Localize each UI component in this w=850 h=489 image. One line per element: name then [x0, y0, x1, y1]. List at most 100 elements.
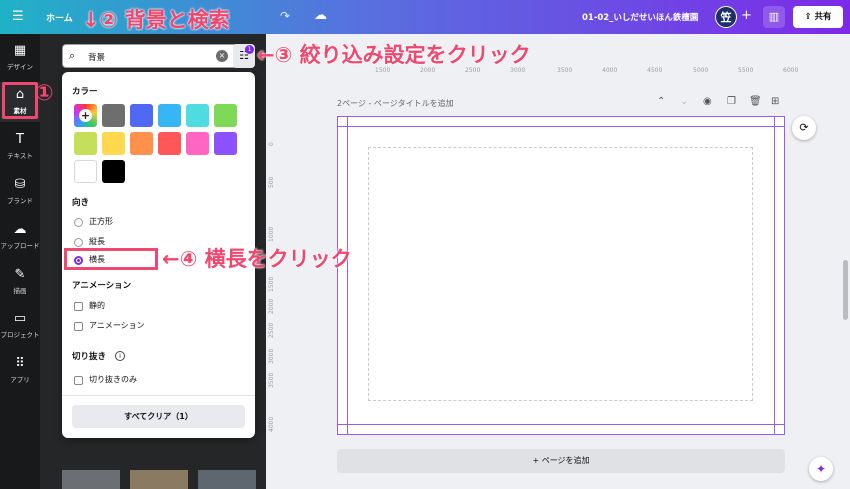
design-icon: ▦	[13, 43, 27, 58]
color-swatch[interactable]	[102, 132, 125, 155]
page-title[interactable]: 2ページ - ページタイトルを追加	[337, 98, 454, 109]
color-swatch-custom[interactable]: +	[74, 104, 97, 127]
color-swatch[interactable]	[214, 132, 237, 155]
ruler-tick: 5000	[693, 67, 709, 74]
search-input[interactable]: 背景	[88, 51, 105, 63]
rail-item-apps[interactable]: ⠿ アプリ	[0, 351, 40, 391]
ruler-tick: 2500	[268, 322, 275, 338]
highlight-elements-box	[2, 82, 38, 119]
option-label[interactable]: 縦長	[89, 236, 105, 247]
annotation-step-1: ①	[35, 81, 54, 106]
rail-item-design[interactable]: ▦ デザイン	[0, 38, 40, 78]
rail-item-projects[interactable]: ▭ プロジェクト	[0, 306, 40, 346]
ruler-tick: 0	[268, 142, 275, 146]
insights-icon[interactable]: ▥	[763, 6, 785, 28]
color-swatch[interactable]	[130, 104, 153, 127]
rail-item-brand[interactable]: ⛁ ブランド	[0, 172, 40, 212]
info-icon[interactable]: i	[115, 351, 125, 361]
bleed-guide	[337, 126, 785, 127]
ruler-tick: 500	[268, 176, 275, 188]
result-thumbnail[interactable]	[130, 470, 188, 489]
clear-all-button[interactable]: すべてクリア（1）	[72, 405, 245, 428]
avatar[interactable]: 笠	[715, 6, 737, 28]
ruler-tick: 3500	[268, 372, 275, 388]
ruler-tick: 2000	[268, 298, 275, 314]
rail-item-draw[interactable]: ✎ 描画	[0, 262, 40, 302]
chevron-down-icon[interactable]: ⌄	[680, 96, 688, 107]
color-swatch[interactable]	[74, 160, 97, 183]
add-collaborator-icon[interactable]: +	[741, 8, 752, 23]
rail-label: ブランド	[7, 197, 33, 205]
option-label[interactable]: アニメーション	[89, 320, 145, 331]
checkbox-static[interactable]	[74, 302, 83, 311]
ruler-tick: 4000	[268, 416, 275, 432]
checkbox-animated[interactable]	[74, 322, 83, 331]
radio-portrait[interactable]	[74, 238, 83, 247]
add-page-button[interactable]: + ページを追加	[337, 449, 785, 473]
bleed-guide	[337, 424, 785, 425]
delete-page-icon[interactable]: 🗑	[749, 96, 762, 107]
upload-icon: ☁	[13, 222, 27, 237]
design-page[interactable]	[337, 116, 785, 435]
color-swatch[interactable]	[158, 104, 181, 127]
rail-label: アプリ	[10, 376, 30, 384]
bleed-guide	[347, 116, 348, 435]
color-swatch[interactable]	[186, 104, 209, 127]
radio-square[interactable]	[74, 218, 83, 227]
bleed-guide	[784, 116, 785, 435]
plus-icon: +	[79, 109, 92, 122]
rail-label: デザイン	[7, 63, 33, 71]
divider	[62, 395, 255, 396]
brand-icon: ⛁	[14, 177, 26, 192]
rail-label: テキスト	[7, 152, 33, 160]
result-thumbnails	[52, 470, 258, 489]
duplicate-page-icon[interactable]: ❐	[727, 96, 736, 107]
rail-label: アップロード	[0, 242, 40, 250]
search-bar[interactable]: ⌕ 背景 ×	[62, 44, 255, 68]
draw-icon: ✎	[14, 267, 26, 282]
color-swatch[interactable]	[186, 132, 209, 155]
document-title[interactable]: 01-02_いしだせいほん鉄檀園	[582, 11, 698, 23]
annotation-step-3: ←③ 絞り込み設定をクリック	[257, 43, 531, 67]
canvas-scrollbar[interactable]	[843, 260, 848, 320]
animation-heading: アニメーション	[72, 281, 132, 291]
ruler-tick: 6000	[783, 67, 799, 74]
color-swatch[interactable]	[130, 132, 153, 155]
color-swatch[interactable]	[74, 132, 97, 155]
option-label[interactable]: 切り抜きのみ	[89, 374, 137, 385]
rail-item-text[interactable]: T テキスト	[0, 127, 40, 167]
bleed-guide	[337, 434, 785, 435]
color-swatch[interactable]	[214, 104, 237, 127]
annotation-step-2: ↓② 背景と検索	[82, 8, 230, 32]
cutout-heading: 切り抜き	[72, 352, 107, 362]
home-link[interactable]: ホーム	[46, 11, 73, 24]
ruler-tick: 3500	[557, 67, 573, 74]
text-icon: T	[16, 132, 24, 147]
hamburger-icon[interactable]: ☰	[12, 9, 24, 24]
checkbox-cutout[interactable]	[74, 376, 83, 385]
ruler-tick: 1500	[268, 276, 275, 292]
result-thumbnail[interactable]	[198, 470, 256, 489]
color-swatch[interactable]	[158, 132, 181, 155]
filter-button[interactable]: ☷ 1	[233, 44, 255, 68]
color-swatch[interactable]	[102, 104, 125, 127]
magic-sparkle-icon[interactable]: ✦	[809, 457, 833, 481]
option-label[interactable]: 静的	[89, 300, 105, 311]
share-button[interactable]: ⇪ 共有	[793, 6, 843, 28]
result-thumbnail[interactable]	[62, 470, 120, 489]
visibility-icon[interactable]: ◉	[703, 96, 712, 107]
add-page-icon[interactable]: ⊞	[771, 96, 779, 107]
apps-icon: ⠿	[15, 356, 25, 371]
comment-icon[interactable]: ⟳	[792, 116, 816, 140]
highlight-landscape-box	[64, 248, 158, 270]
option-label[interactable]: 正方形	[89, 216, 113, 227]
chevron-up-icon[interactable]: ⌃	[657, 96, 665, 107]
rail-item-upload[interactable]: ☁ アップロード	[0, 217, 40, 257]
color-swatch[interactable]	[102, 160, 125, 183]
color-heading: カラー	[72, 87, 98, 97]
cloud-icon[interactable]: ☁	[314, 8, 327, 23]
redo-icon[interactable]: ↷	[280, 9, 290, 23]
clear-search-icon[interactable]: ×	[216, 50, 228, 62]
ruler-tick: 5500	[738, 67, 754, 74]
bleed-guide	[337, 116, 785, 117]
